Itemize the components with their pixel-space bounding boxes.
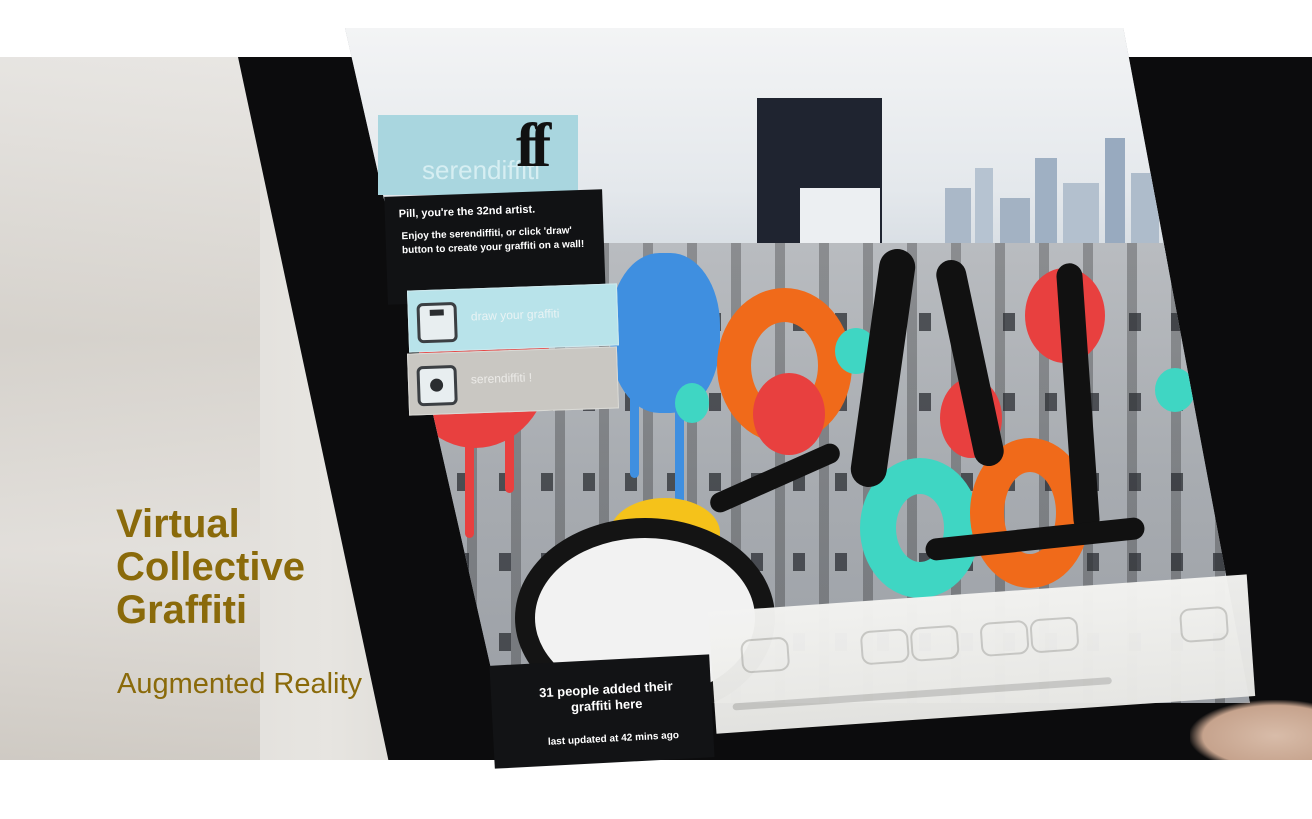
pen-icon xyxy=(416,301,458,344)
serendiffiti-button[interactable]: serendiffiti ! xyxy=(406,346,620,416)
greeting-text: Pill, you're the 32nd artist. xyxy=(398,203,536,221)
graffiti-mint-dot xyxy=(675,383,709,423)
artist-counter: 31 people added their graffiti here last… xyxy=(489,654,715,769)
graffiti-thumbnail[interactable] xyxy=(979,619,1030,658)
graffiti-thumbnail[interactable] xyxy=(740,636,791,674)
window-row xyxy=(385,553,1250,571)
draw-button-label: draw your graffiti xyxy=(470,306,560,324)
graffiti-drip xyxy=(505,423,514,493)
graffiti-drip xyxy=(630,398,639,478)
serendiffiti-button-label: serendiffiti ! xyxy=(470,370,533,387)
counter-text: 31 people added their graffiti here xyxy=(538,678,673,715)
window-row xyxy=(385,473,1250,491)
background-blur-left xyxy=(0,57,260,760)
title-line: Graffiti xyxy=(116,588,248,632)
graffiti-thumbnail[interactable] xyxy=(859,628,910,666)
graffiti-red-blob xyxy=(753,373,825,455)
graffiti-drip xyxy=(465,428,474,538)
building-white xyxy=(800,188,880,248)
title-line: Collective xyxy=(116,545,305,589)
app-logo: serendiffiti ff xyxy=(378,115,578,195)
app-panel: serendiffiti ff Pill, you're the 32nd ar… xyxy=(378,115,628,420)
video-title: Virtual Collective Graffiti xyxy=(116,503,305,632)
hand xyxy=(1190,700,1312,760)
last-updated-text: last updated at 42 mins ago xyxy=(547,730,680,748)
graffiti-thumbnail[interactable] xyxy=(909,624,960,662)
record-icon xyxy=(416,364,458,407)
draw-button[interactable]: draw your graffiti xyxy=(406,283,620,353)
thumbnail-scrollbar[interactable] xyxy=(732,677,1113,711)
instructions-text: Enjoy the serendiffiti, or click 'draw' … xyxy=(401,225,585,257)
graffiti-thumbnail[interactable] xyxy=(1029,616,1080,654)
graffiti-thumbnail[interactable] xyxy=(1178,605,1230,644)
logo-mark: ff xyxy=(516,112,551,180)
video-subtitle: Augmented Reality xyxy=(117,668,363,700)
title-line: Virtual xyxy=(116,502,240,546)
